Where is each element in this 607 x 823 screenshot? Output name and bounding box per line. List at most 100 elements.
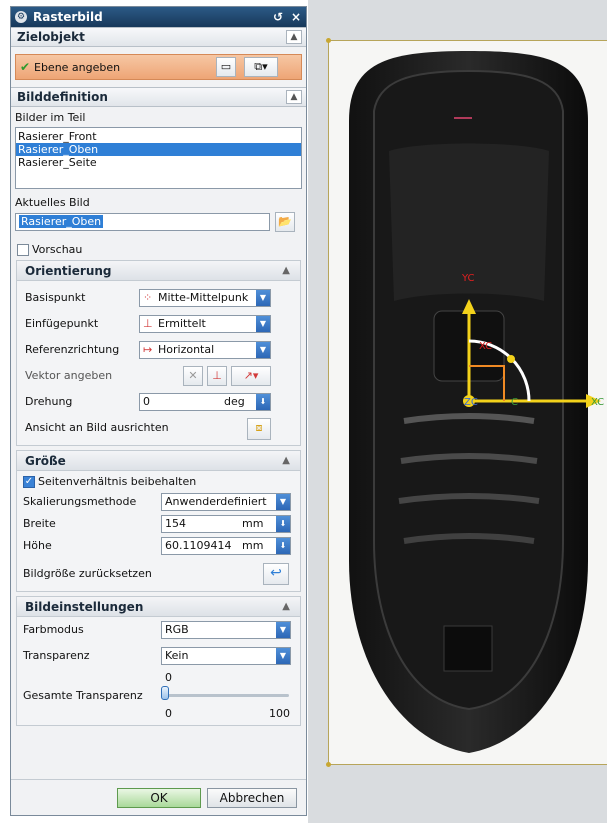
chevron-up-icon[interactable]: ▲ xyxy=(286,30,302,44)
dialog-titlebar[interactable]: ⚙ Rasterbild ↺ × xyxy=(11,7,306,27)
reverse-direction-icon[interactable]: ✕ xyxy=(183,366,203,386)
section-title: Orientierung xyxy=(25,263,112,278)
arrow-down-icon[interactable]: ⬇ xyxy=(256,394,270,410)
gesamt-transparenz-row: 0 Gesamte Transparenz 0 100 xyxy=(17,669,300,725)
hoehe-value: 60.1109414 xyxy=(165,539,232,552)
list-item[interactable]: Rasierer_Seite xyxy=(16,156,301,169)
chevron-up-icon[interactable]: ▲ xyxy=(282,265,290,276)
chevron-down-icon[interactable]: ▼ xyxy=(256,290,270,306)
chevron-up-icon[interactable]: ▲ xyxy=(286,90,302,104)
ebene-label: Ebene angeben xyxy=(34,61,121,74)
orient-view-icon[interactable]: ⧈ xyxy=(247,418,271,440)
skalierung-select[interactable]: Anwenderdefiniert ▼ xyxy=(161,493,291,511)
transparency-slider-track[interactable] xyxy=(165,694,289,697)
horizontal-icon: ↦ xyxy=(143,343,153,356)
arrow-down-icon[interactable]: ⬇ xyxy=(276,516,290,532)
chevron-down-icon[interactable]: ▼ xyxy=(256,342,270,358)
current-image-label: Aktuelles Bild xyxy=(15,196,90,209)
slider-min-label: 0 xyxy=(165,707,172,720)
breite-unit: mm xyxy=(242,517,264,530)
close-icon[interactable]: × xyxy=(288,9,304,25)
list-item[interactable]: Rasierer_Front xyxy=(16,130,301,143)
current-image-field[interactable]: Rasierer_Oben xyxy=(15,213,270,231)
hoehe-row: Höhe 60.1109414 mm ⬇ xyxy=(17,535,300,557)
zielobjekt-body: ✔ Ebene angeben ▭ ⧉▾ xyxy=(11,47,306,87)
breite-label: Breite xyxy=(23,517,56,530)
reset-size-label: Bildgröße zurücksetzen xyxy=(23,567,152,580)
axis-x-label: XC xyxy=(591,397,605,408)
breite-row: Breite 154 mm ⬇ xyxy=(17,513,300,535)
undo-arrow-icon[interactable]: ↩ xyxy=(263,563,289,585)
raster-image-frame[interactable]: YC XC XC ZC C xyxy=(328,40,607,765)
breite-input[interactable]: 154 mm ⬇ xyxy=(161,515,291,533)
basispunkt-label: Basispunkt xyxy=(25,291,86,304)
bildeinstellungen-header[interactable]: Bildeinstellungen ▲ xyxy=(17,597,300,617)
reset-icon[interactable]: ↺ xyxy=(270,9,286,25)
vektor-row: Vektor angeben ✕ ⊥ ↗▾ xyxy=(17,363,300,389)
ebene-select-row[interactable]: ✔ Ebene angeben ▭ ⧉▾ xyxy=(15,54,302,80)
referenz-value: Horizontal xyxy=(158,343,215,356)
chevron-down-icon[interactable]: ▼ xyxy=(276,648,290,664)
skalierung-row: Skalierungsmethode Anwenderdefiniert ▼ xyxy=(17,491,300,513)
panel-groesse: Größe ▲ ✓ Seitenverhältnis beibehalten S… xyxy=(16,450,301,592)
drehung-input[interactable]: 0 deg ⬇ xyxy=(139,393,271,411)
groesse-header[interactable]: Größe ▲ xyxy=(17,451,300,471)
frame-handle-top-left[interactable] xyxy=(326,38,331,43)
chevron-down-icon[interactable]: ▼ xyxy=(276,494,290,510)
chevron-up-icon[interactable]: ▲ xyxy=(282,601,290,612)
arrow-down-icon[interactable]: ⬇ xyxy=(276,538,290,554)
images-list[interactable]: Rasierer_Front Rasierer_Oben Rasierer_Se… xyxy=(15,127,302,189)
einfuegepunkt-value: Ermittelt xyxy=(158,317,206,330)
referenz-select[interactable]: ↦ Horizontal ▼ xyxy=(139,341,271,359)
einfuegepunkt-select[interactable]: ⊥ Ermittelt ▼ xyxy=(139,315,271,333)
aspect-row: ✓ Seitenverhältnis beibehalten xyxy=(17,471,300,491)
hoehe-unit: mm xyxy=(242,539,264,552)
current-image-value: Rasierer_Oben xyxy=(19,215,104,228)
vorschau-label: Vorschau xyxy=(32,243,83,256)
reset-size-row: Bildgröße zurücksetzen ↩ xyxy=(17,557,300,591)
skalierung-value: Anwenderdefiniert xyxy=(165,495,267,508)
drehung-value: 0 xyxy=(143,395,150,408)
referenz-label: Referenzrichtung xyxy=(25,343,120,356)
einfuegepunkt-label: Einfügepunkt xyxy=(25,317,99,330)
plane-type-icon[interactable]: ⧉▾ xyxy=(244,57,278,77)
dialog-title: Rasterbild xyxy=(33,10,103,24)
list-item-selected[interactable]: Rasierer_Oben xyxy=(16,143,301,156)
ok-button[interactable]: OK xyxy=(117,788,201,808)
drehung-row: Drehung 0 deg ⬇ xyxy=(17,389,300,415)
transparenz-value: Kein xyxy=(165,649,189,662)
transparenz-row: Transparenz Kein ▼ xyxy=(17,643,300,669)
vektor-label: Vektor angeben xyxy=(25,369,113,382)
section-title: Bilddefinition xyxy=(17,90,108,104)
vorschau-checkbox[interactable] xyxy=(17,244,29,256)
transparenz-select[interactable]: Kein ▼ xyxy=(161,647,291,665)
cancel-button[interactable]: Abbrechen xyxy=(207,788,297,808)
point-icon: ⁘ xyxy=(143,291,153,304)
folder-open-icon[interactable]: 📂 xyxy=(275,212,295,232)
section-zielobjekt[interactable]: Zielobjekt ▲ xyxy=(11,27,306,47)
slider-max-label: 100 xyxy=(269,707,290,720)
chevron-down-icon[interactable]: ▼ xyxy=(276,622,290,638)
check-icon: ✔ xyxy=(20,60,31,74)
section-title: Bildeinstellungen xyxy=(25,599,144,614)
orientierung-header[interactable]: Orientierung ▲ xyxy=(17,261,300,281)
transparency-slider-thumb[interactable] xyxy=(161,686,169,700)
section-title: Größe xyxy=(25,453,66,468)
graphics-viewport[interactable]: YC XC XC ZC C xyxy=(308,0,607,823)
chevron-down-icon[interactable]: ▼ xyxy=(256,316,270,332)
section-bilddefinition[interactable]: Bilddefinition ▲ xyxy=(11,87,306,107)
farbmodus-label: Farbmodus xyxy=(23,623,84,636)
drehung-unit: deg xyxy=(224,395,245,408)
aspect-checkbox[interactable]: ✓ xyxy=(23,476,35,488)
chevron-up-icon[interactable]: ▲ xyxy=(282,455,290,466)
basispunkt-select[interactable]: ⁘ Mitte-Mittelpunk ▼ xyxy=(139,289,271,307)
farbmodus-select[interactable]: RGB ▼ xyxy=(161,621,291,639)
drehung-label: Drehung xyxy=(25,395,73,408)
frame-handle-bottom-left[interactable] xyxy=(326,762,331,767)
farbmodus-value: RGB xyxy=(165,623,189,636)
vector-type-icon[interactable]: ↗▾ xyxy=(231,366,271,386)
hoehe-input[interactable]: 60.1109414 mm ⬇ xyxy=(161,537,291,555)
vector-dialog-icon[interactable]: ⊥ xyxy=(207,366,227,386)
csys-icon: ⊥ xyxy=(143,317,153,330)
plane-dialog-icon[interactable]: ▭ xyxy=(216,57,236,77)
